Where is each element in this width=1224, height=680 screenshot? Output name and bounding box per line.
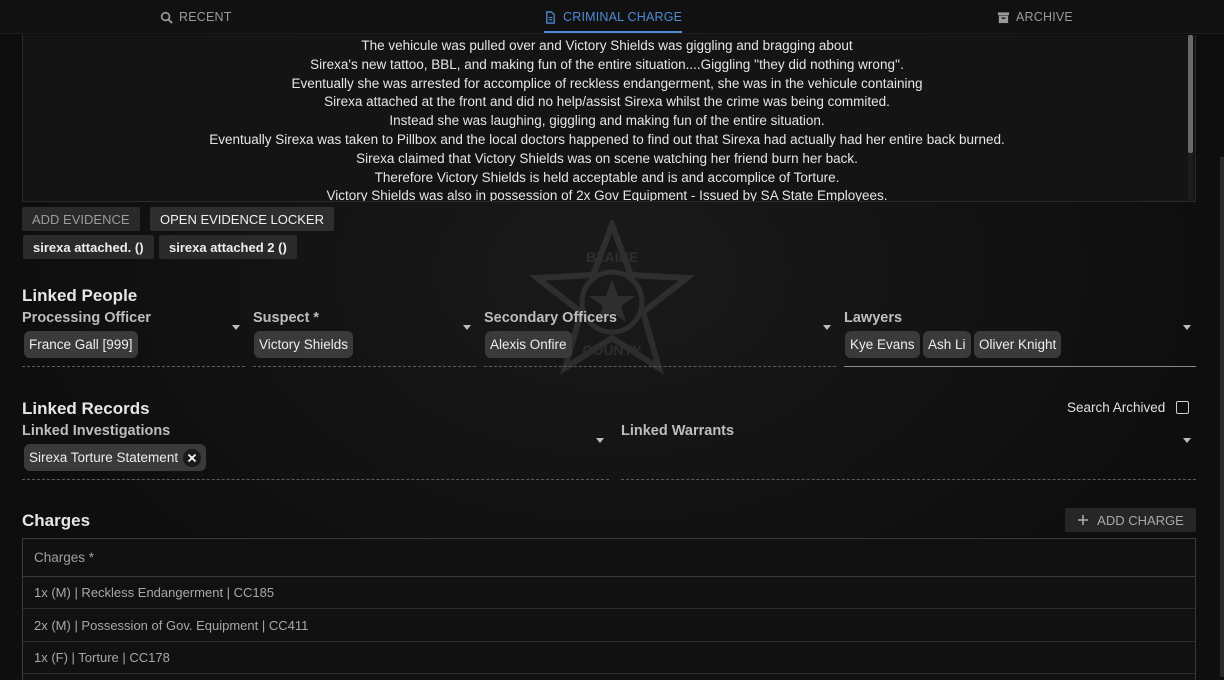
secondary-officers-dropdown-icon[interactable] <box>823 325 831 330</box>
linked-investigations-dropdown-icon[interactable] <box>596 438 604 443</box>
watermark-text-bottom: COUNTY <box>582 342 642 358</box>
charges-header: Charges * <box>23 539 1195 577</box>
plus-icon <box>1078 515 1089 525</box>
narrative-line: Sirexa attached at the front and did no … <box>324 94 890 110</box>
tab-criminal-charge[interactable]: CRIMINAL CHARGE <box>544 0 683 34</box>
criminal-charge-page: BLAINE COUNTY RECENT CRIMINAL CHARGE ARC… <box>0 0 1224 680</box>
linked-investigation-chip-label: Sirexa Torture Statement <box>29 450 179 465</box>
watermark-text-top: BLAINE <box>586 249 638 265</box>
narrative-line: Victory Shields was also in possession o… <box>326 188 888 202</box>
lawyers-dropdown-icon[interactable] <box>1183 325 1191 330</box>
linked-warrants-dropdown-icon[interactable] <box>1183 438 1191 443</box>
processing-officer-chip[interactable]: France Gall [999] <box>24 331 138 358</box>
suspect-chip[interactable]: Victory Shields <box>254 331 354 358</box>
charge-row[interactable]: 1x (F) | Torture | CC178 <box>23 642 1195 674</box>
top-nav: RECENT CRIMINAL CHARGE ARCHIVE <box>0 0 1224 34</box>
lawyer-chip[interactable]: Kye Evans <box>845 331 920 358</box>
lawyer-chip[interactable]: Ash Li <box>923 331 971 358</box>
linked-warrants-underline[interactable] <box>621 479 1196 480</box>
tab-criminal-charge-label: CRIMINAL CHARGE <box>563 10 683 24</box>
narrative-line: Sirexa claimed that Victory Shields was … <box>356 150 858 166</box>
narrative-line: Eventually she was arrested for accompli… <box>291 75 923 91</box>
report-narrative-textarea[interactable]: The vehicule was pulled over and Victory… <box>22 35 1196 202</box>
linked-records-title: Linked Records <box>22 399 150 418</box>
charge-row[interactable]: 2x (M) | Possession of Gov. Equipment | … <box>23 610 1195 642</box>
remove-chip-icon[interactable] <box>183 448 202 467</box>
narrative-line: Therefore Victory Shields is held accept… <box>374 169 840 185</box>
narrative-line: Instead she was laughing, giggling and m… <box>389 113 825 129</box>
charges-title: Charges <box>22 511 91 530</box>
secondary-officers-underline <box>484 366 836 367</box>
lawyers-label: Lawyers <box>844 310 903 326</box>
search-icon <box>160 11 173 24</box>
tab-recent[interactable]: RECENT <box>160 0 232 34</box>
lawyers-underline <box>844 366 1196 367</box>
suspect-dropdown-icon[interactable] <box>463 325 471 330</box>
add-evidence-button[interactable]: ADD EVIDENCE <box>22 207 140 231</box>
charge-row[interactable]: 1x (M) | Reckless Endangerment | CC185 <box>23 577 1195 609</box>
sheriff-badge-watermark-icon: BLAINE COUNTY <box>528 220 696 375</box>
tab-recent-label: RECENT <box>179 10 232 24</box>
open-evidence-locker-button[interactable]: OPEN EVIDENCE LOCKER <box>150 207 334 231</box>
processing-officer-dropdown-icon[interactable] <box>232 325 240 330</box>
linked-investigations-label: Linked Investigations <box>22 423 171 439</box>
linked-people-title: Linked People <box>22 286 138 305</box>
suspect-underline <box>253 366 476 367</box>
linked-warrants-label: Linked Warrants <box>621 423 735 439</box>
narrative-line: The vehicule was pulled over and Victory… <box>361 38 853 53</box>
narrative-text: The vehicule was pulled over and Victory… <box>23 37 1191 202</box>
tab-archive[interactable]: ARCHIVE <box>997 0 1073 34</box>
narrative-line: Sirexa's new tattoo, BBL, and making fun… <box>310 56 904 72</box>
add-charge-button[interactable]: ADD CHARGE <box>1065 508 1196 532</box>
document-icon <box>546 10 555 24</box>
add-charge-label: ADD CHARGE <box>1097 512 1184 528</box>
linked-investigation-chip[interactable]: Sirexa Torture Statement <box>24 444 207 471</box>
processing-officer-label: Processing Officer <box>22 310 151 326</box>
processing-officer-underline <box>22 366 245 367</box>
search-archived-checkbox[interactable] <box>1176 401 1189 414</box>
narrative-scrollbar[interactable] <box>1188 35 1193 200</box>
evidence-item[interactable]: sirexa attached 2 () <box>159 235 297 259</box>
linked-investigations-underline <box>22 479 609 480</box>
page-scrollbar[interactable] <box>1220 157 1224 677</box>
tab-archive-label: ARCHIVE <box>1016 10 1073 24</box>
suspect-label: Suspect * <box>253 310 320 326</box>
search-archived-label: Search Archived <box>1067 400 1166 415</box>
secondary-officers-label: Secondary Officers <box>484 310 617 326</box>
archive-icon <box>997 11 1010 23</box>
evidence-item[interactable]: sirexa attached. () <box>23 235 154 259</box>
charges-table: Charges * 1x (M) | Reckless Endangerment… <box>22 538 1196 680</box>
lawyer-chip[interactable]: Oliver Knight <box>974 331 1062 358</box>
narrative-line: Eventually Sirexa was taken to Pillbox a… <box>209 131 1005 147</box>
secondary-officer-chip[interactable]: Alexis Onfire <box>485 331 572 358</box>
narrative-scrollbar-thumb[interactable] <box>1188 35 1193 153</box>
